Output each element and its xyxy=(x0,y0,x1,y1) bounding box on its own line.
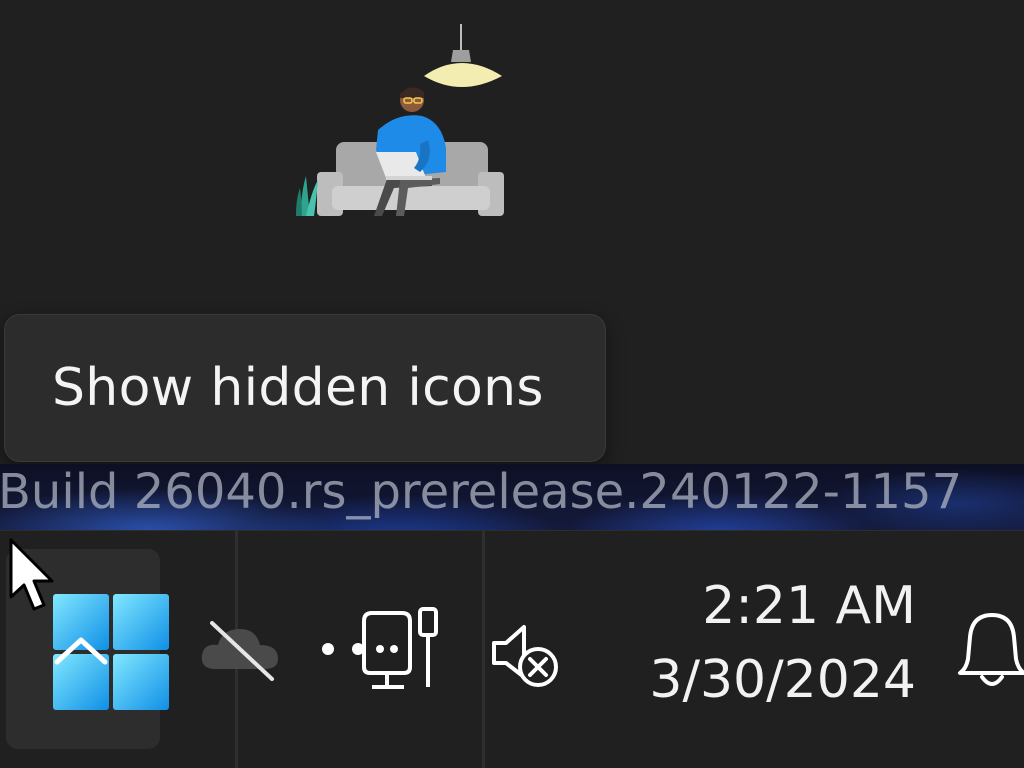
desktop-wallpaper: Build 26040.rs_prerelease.240122-1157 xyxy=(0,464,1024,530)
desktop-screen: Show hidden icons Build 26040.rs_prerele… xyxy=(0,0,1024,768)
taskbar-divider-right xyxy=(482,531,485,768)
clock-time: 2:21 AM xyxy=(702,576,916,636)
bell-icon[interactable] xyxy=(956,611,1024,691)
build-watermark: Build 26040.rs_prerelease.240122-1157 xyxy=(0,464,963,520)
onedrive-offline-icon[interactable] xyxy=(198,617,282,681)
windows-logo-chevron-up-icon[interactable] xyxy=(53,594,169,710)
taskbar: 2:21 AM 3/30/2024 xyxy=(0,530,1024,768)
mouse-cursor-icon xyxy=(9,538,54,611)
tooltip-text: Show hidden icons xyxy=(52,358,544,418)
tooltip: Show hidden icons xyxy=(4,314,606,462)
taskbar-clock[interactable]: 2:21 AM 3/30/2024 xyxy=(649,569,916,717)
volume-muted-icon[interactable] xyxy=(488,615,568,695)
network-ethernet-icon[interactable] xyxy=(316,603,446,693)
clock-date: 3/30/2024 xyxy=(649,650,916,710)
person-on-couch-illustration xyxy=(296,24,504,216)
